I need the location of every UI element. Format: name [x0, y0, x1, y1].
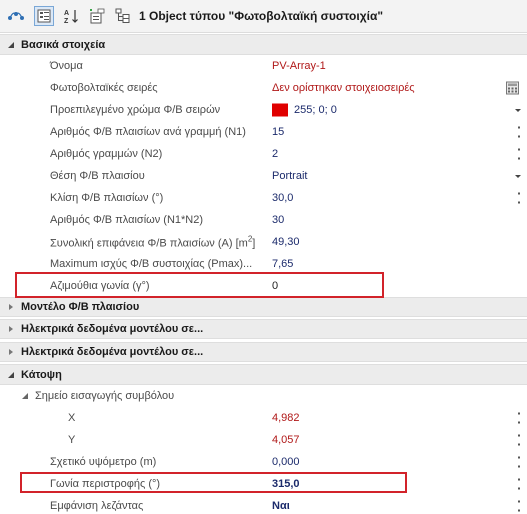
prop-pmax-value: 7,65 — [272, 258, 294, 270]
category-plan[interactable]: Κάτοψη — [0, 364, 527, 385]
collapse-arrow-icon[interactable] — [6, 40, 16, 50]
prop-elevation-value[interactable]: 0,000 — [272, 456, 300, 468]
expand-arrow-icon[interactable] — [6, 324, 16, 334]
prop-elevation[interactable]: Σχετικό υψόμετρο (m) 0,000 — [0, 451, 527, 473]
spinner-icon[interactable] — [517, 434, 521, 447]
prop-name-value[interactable]: PV-Array-1 — [272, 60, 326, 72]
prop-count-value: 30 — [272, 214, 285, 226]
prop-color-label: Προεπιλεγμένο χρώμα Φ/Β σειρών — [50, 104, 221, 116]
prop-tilt[interactable]: Κλίση Φ/Β πλαισίων (°) 30,0 — [0, 187, 527, 209]
dropdown-arrow-icon[interactable] — [513, 169, 523, 183]
collapse-arrow-icon[interactable] — [20, 391, 30, 401]
category-model[interactable]: Μοντέλο Φ/Β πλαισίου — [0, 297, 527, 317]
prop-position-label: Θέση Φ/Β πλαισίου — [50, 170, 145, 182]
dropdown-arrow-icon[interactable] — [513, 103, 523, 117]
prop-n2[interactable]: Αριθμός γραμμών (N2) 2 — [0, 143, 527, 165]
category-basic-label: Βασικά στοιχεία — [21, 38, 106, 51]
spinner-icon[interactable] — [517, 126, 521, 139]
prop-n2-label: Αριθμός γραμμών (N2) — [50, 148, 163, 160]
spinner-icon[interactable] — [517, 412, 521, 425]
spinner-icon[interactable] — [517, 148, 521, 161]
color-swatch[interactable] — [272, 103, 288, 117]
prop-count-label: Αριθμός Φ/Β πλαισίων (N1*N2) — [50, 214, 204, 226]
prop-count: Αριθμός Φ/Β πλαισίων (N1*N2) 30 — [0, 209, 527, 231]
spinner-icon[interactable] — [517, 478, 521, 491]
calculator-icon[interactable] — [506, 81, 519, 95]
spinner-icon[interactable] — [517, 456, 521, 469]
spinner-icon[interactable] — [517, 500, 521, 513]
prop-area: Συνολική επιφάνεια Φ/Β πλαισίων (A) [m2]… — [0, 231, 527, 253]
tree-icon[interactable] — [113, 6, 133, 26]
category-electrical-1-label: Ηλεκτρικά δεδομένα μοντέλου σε... — [21, 323, 204, 335]
category-electrical-2-label: Ηλεκτρικά δεδομένα μοντέλου σε... — [21, 346, 204, 358]
expand-arrow-icon[interactable] — [6, 302, 16, 312]
prop-y-label: Y — [68, 434, 76, 446]
prop-pmax-label: Maximum ισχύς Φ/Β συστοιχίας (Pmax)... — [50, 258, 253, 270]
svg-text:A: A — [64, 10, 69, 17]
prop-legend-value[interactable]: Ναι — [272, 500, 290, 512]
prop-n1-value[interactable]: 15 — [272, 126, 284, 138]
prop-legend[interactable]: Εμφάνιση λεζάντας Ναι — [0, 495, 527, 514]
collapse-arrow-icon[interactable] — [6, 370, 16, 380]
sort-az-icon[interactable]: A Z — [61, 6, 81, 26]
prop-n2-value[interactable]: 2 — [272, 148, 278, 160]
spinner-icon[interactable] — [517, 192, 521, 205]
connect-icon[interactable] — [6, 6, 26, 26]
prop-area-value: 49,30 — [272, 236, 300, 248]
category-electrical-2[interactable]: Ηλεκτρικά δεδομένα μοντέλου σε... — [0, 342, 527, 362]
prop-legend-label: Εμφάνιση λεζάντας — [50, 500, 144, 512]
highlight-azimuth — [15, 272, 384, 298]
prop-name-label: Όνομα — [50, 60, 83, 72]
prop-tilt-value[interactable]: 30,0 — [272, 192, 293, 204]
prop-n1[interactable]: Αριθμός Φ/Β πλαισίων ανά γραμμή (N1) 15 — [0, 121, 527, 143]
prop-area-label: Συνολική επιφάνεια Φ/Β πλαισίων (A) [m2] — [50, 234, 256, 250]
prop-position[interactable]: Θέση Φ/Β πλαισίου Portrait — [0, 165, 527, 187]
categorized-icon[interactable] — [34, 6, 54, 26]
prop-color-value[interactable]: 255; 0; 0 — [294, 104, 337, 116]
prop-strings[interactable]: Φωτοβολταϊκές σειρές Δεν ορίστηκαν στοιχ… — [0, 77, 527, 99]
prop-tilt-label: Κλίση Φ/Β πλαισίων (°) — [50, 192, 164, 204]
prop-x-value[interactable]: 4,982 — [272, 412, 300, 424]
prop-y[interactable]: Y 4,057 — [0, 429, 527, 451]
category-electrical-1[interactable]: Ηλεκτρικά δεδομένα μοντέλου σε... — [0, 319, 527, 339]
prop-strings-value[interactable]: Δεν ορίστηκαν στοιχειοσειρές — [272, 82, 415, 94]
prop-strings-label: Φωτοβολταϊκές σειρές — [50, 82, 158, 94]
prop-elevation-label: Σχετικό υψόμετρο (m) — [50, 456, 157, 468]
prop-position-value[interactable]: Portrait — [272, 170, 307, 182]
prop-insert-point[interactable]: Σημείο εισαγωγής συμβόλου — [0, 385, 527, 407]
expand-arrow-icon[interactable] — [6, 347, 16, 357]
add-object-icon[interactable] — [87, 6, 107, 26]
prop-insert-point-label: Σημείο εισαγωγής συμβόλου — [35, 390, 175, 402]
toolbar: A Z 1 Object τύπου "Φωτοβολταϊκή συστοιχ… — [0, 0, 527, 33]
prop-x[interactable]: X 4,982 — [0, 407, 527, 429]
category-model-label: Μοντέλο Φ/Β πλαισίου — [21, 301, 140, 313]
svg-text:Z: Z — [64, 18, 69, 24]
prop-color[interactable]: Προεπιλεγμένο χρώμα Φ/Β σειρών 255; 0; 0 — [0, 99, 527, 121]
category-basic[interactable]: Βασικά στοιχεία — [0, 34, 527, 55]
object-title: 1 Object τύπου "Φωτοβολταϊκή συστοιχία" — [139, 9, 384, 23]
prop-x-label: X — [68, 412, 76, 424]
prop-n1-label: Αριθμός Φ/Β πλαισίων ανά γραμμή (N1) — [50, 126, 246, 138]
prop-y-value[interactable]: 4,057 — [272, 434, 300, 446]
prop-name[interactable]: Όνομα PV-Array-1 — [0, 55, 527, 77]
highlight-rotation — [20, 472, 407, 493]
category-plan-label: Κάτοψη — [21, 368, 62, 381]
